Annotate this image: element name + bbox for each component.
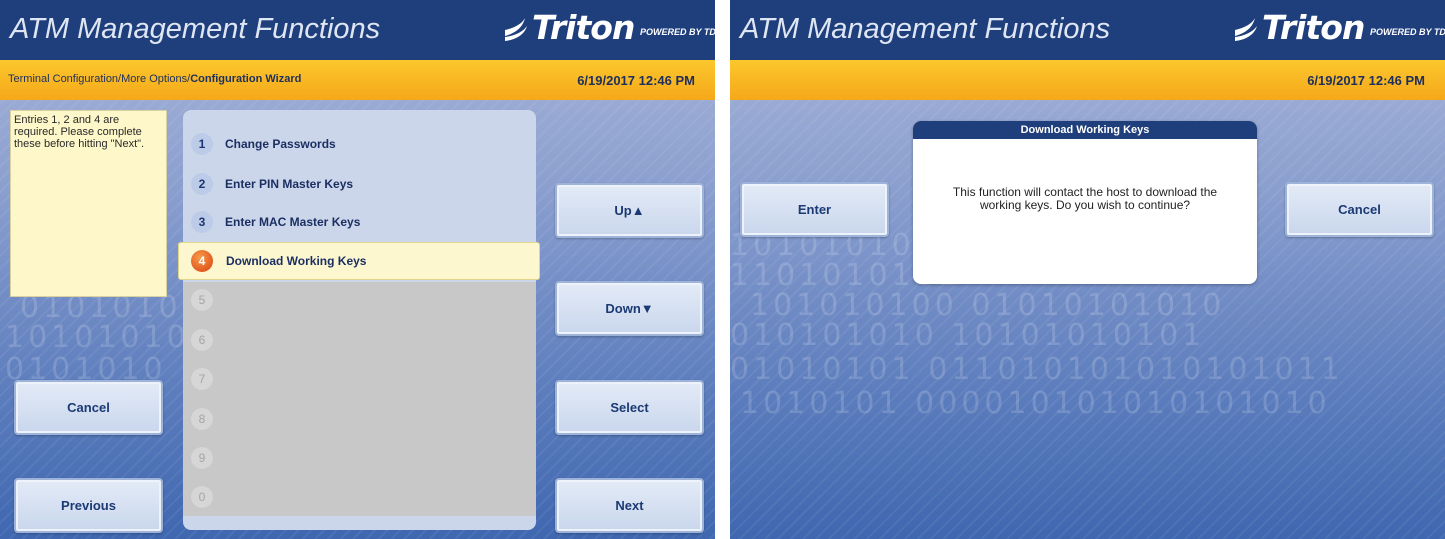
triton-swoosh-icon <box>502 14 528 49</box>
triton-logo: Triton POWERED BY TDX <box>502 8 715 50</box>
binary-background: 1010101 000010101010101010 <box>740 386 1331 421</box>
previous-button[interactable]: Previous <box>14 478 163 533</box>
cancel-button[interactable]: Cancel <box>14 380 163 435</box>
item-label: Download Working Keys <box>226 254 367 268</box>
menu-item-8[interactable]: 8 <box>183 400 536 438</box>
datetime: 6/19/2017 12:46 PM <box>577 73 695 88</box>
cancel-button[interactable]: Cancel <box>1285 182 1434 237</box>
item-label: Change Passwords <box>225 137 336 151</box>
select-button[interactable]: Select <box>555 380 704 435</box>
item-number: 4 <box>191 250 213 272</box>
logo-tagline: POWERED BY TDX <box>640 27 715 37</box>
item-number: 8 <box>191 408 213 430</box>
logo-brand: Triton <box>1262 8 1365 47</box>
status-bar: 6/19/2017 12:46 PM <box>730 60 1445 100</box>
breadcrumb-current: Configuration Wizard <box>190 73 302 85</box>
header-bar: ATM Management Functions Triton POWERED … <box>730 0 1445 60</box>
triton-logo: Triton POWERED BY TDX <box>1232 8 1445 50</box>
config-wizard-screen: 0101010 10101010 0101010 ATM Management … <box>0 0 715 539</box>
menu-item-enter-mac-master-keys[interactable]: 3 Enter MAC Master Keys <box>183 203 536 241</box>
binary-background: 01010101 011010101010101011 <box>730 352 1344 387</box>
item-number: 9 <box>191 447 213 469</box>
status-bar: Terminal Configuration/More Options/Conf… <box>0 60 715 100</box>
item-number: 5 <box>191 289 213 311</box>
logo-tagline: POWERED BY TDX <box>1370 27 1445 37</box>
menu-item-0[interactable]: 0 <box>183 478 536 516</box>
header-bar: ATM Management Functions Triton POWERED … <box>0 0 715 60</box>
item-number: 1 <box>191 133 213 155</box>
item-number: 2 <box>191 173 213 195</box>
page-title: ATM Management Functions <box>740 13 1111 45</box>
menu-item-9[interactable]: 9 <box>183 439 536 477</box>
up-button[interactable]: Up▲ <box>555 183 704 238</box>
binary-background: 10101010 <box>5 320 190 355</box>
menu-item-change-passwords[interactable]: 1 Change Passwords <box>183 125 536 163</box>
breadcrumb: Terminal Configuration/More Options/Conf… <box>8 73 301 85</box>
logo-brand: Triton <box>532 8 635 47</box>
instruction-note: Entries 1, 2 and 4 are required. Please … <box>10 110 167 297</box>
item-number: 3 <box>191 211 213 233</box>
datetime: 6/19/2017 12:46 PM <box>1307 73 1425 88</box>
menu-item-enter-pin-master-keys[interactable]: 2 Enter PIN Master Keys <box>183 165 536 203</box>
confirm-dialog: Download Working Keys This function will… <box>913 121 1257 284</box>
item-number: 7 <box>191 368 213 390</box>
page-title: ATM Management Functions <box>10 13 381 45</box>
binary-background: 010101010 10101010101 <box>730 318 1206 353</box>
dialog-title: Download Working Keys <box>913 121 1257 139</box>
dialog-message: This function will contact the host to d… <box>952 185 1218 212</box>
menu-item-7[interactable]: 7 <box>183 360 536 398</box>
enter-button[interactable]: Enter <box>740 182 889 237</box>
triton-swoosh-icon <box>1232 14 1258 49</box>
menu-item-5[interactable]: 5 <box>183 281 536 319</box>
down-button[interactable]: Down▼ <box>555 281 704 336</box>
menu-item-download-working-keys[interactable]: 4 Download Working Keys <box>178 242 540 280</box>
item-label: Enter PIN Master Keys <box>225 177 354 191</box>
item-number: 6 <box>191 329 213 351</box>
wizard-menu-list: 1 Change Passwords 2 Enter PIN Master Ke… <box>178 110 540 530</box>
next-button[interactable]: Next <box>555 478 704 533</box>
menu-item-6[interactable]: 6 <box>183 321 536 359</box>
download-keys-screen: 1010101000 1101010101 101010100 01010101… <box>730 0 1445 539</box>
item-number: 0 <box>191 486 213 508</box>
breadcrumb-path: Terminal Configuration/More Options/ <box>8 73 191 85</box>
item-label: Enter MAC Master Keys <box>225 215 361 229</box>
